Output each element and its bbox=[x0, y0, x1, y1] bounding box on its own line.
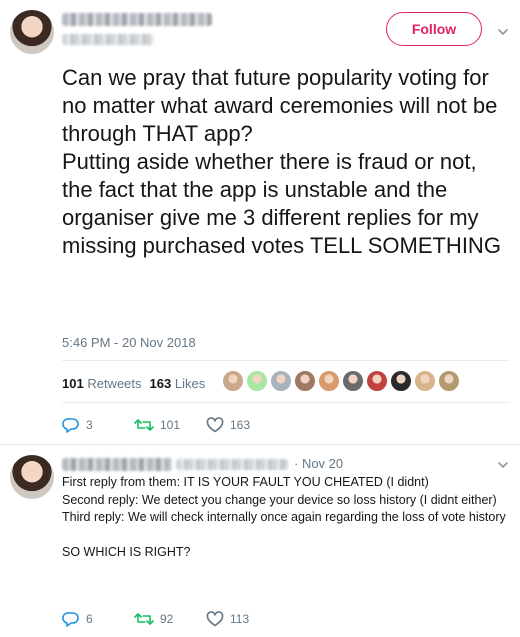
liker-avatar[interactable] bbox=[294, 370, 316, 392]
tweet-paragraph: Putting aside whether there is fraud or … bbox=[62, 149, 501, 258]
divider bbox=[62, 360, 510, 361]
liker-avatar[interactable] bbox=[414, 370, 436, 392]
tweet-separator bbox=[0, 444, 520, 445]
reply-action[interactable]: 6 bbox=[62, 611, 93, 627]
like-action[interactable]: 113 bbox=[206, 611, 249, 627]
retweet-action[interactable]: 92 bbox=[134, 611, 173, 627]
like-action[interactable]: 163 bbox=[206, 417, 250, 433]
reply-icon bbox=[62, 418, 79, 433]
liker-avatar[interactable] bbox=[270, 370, 292, 392]
retweet-action[interactable]: 101 bbox=[134, 417, 180, 433]
reply-line: Second reply: We detect you change your … bbox=[62, 492, 497, 507]
reply-date[interactable]: · Nov 20 bbox=[294, 456, 343, 471]
likes-label: Likes bbox=[174, 376, 206, 391]
reply-text: First reply from them: IT IS YOUR FAULT … bbox=[62, 474, 508, 562]
retweet-icon bbox=[134, 419, 154, 431]
reply-line: Third reply: We will check internally on… bbox=[62, 510, 506, 524]
reply-icon bbox=[62, 612, 79, 627]
chevron-down-icon[interactable] bbox=[496, 25, 510, 39]
retweets-label: Retweets bbox=[87, 376, 142, 391]
retweets-stat[interactable]: 101 Retweets bbox=[62, 376, 142, 391]
reply-line: First reply from them: IT IS YOUR FAULT … bbox=[62, 475, 429, 489]
reply-line: SO WHICH IS RIGHT? bbox=[62, 545, 191, 559]
reply-count: 6 bbox=[86, 612, 93, 626]
author-name-redacted[interactable] bbox=[62, 13, 212, 26]
retweet-icon bbox=[134, 613, 154, 625]
tweet-stats: 101 Retweets 163 Likes bbox=[62, 376, 205, 391]
likes-count: 163 bbox=[149, 376, 172, 391]
liker-avatar[interactable] bbox=[390, 370, 412, 392]
retweet-count: 101 bbox=[160, 418, 181, 432]
author-handle-redacted[interactable] bbox=[62, 34, 154, 45]
liker-avatar[interactable] bbox=[438, 370, 460, 392]
tweet-timestamp[interactable]: 5:46 PM - 20 Nov 2018 bbox=[62, 335, 196, 350]
reply-author-avatar[interactable] bbox=[10, 455, 54, 499]
heart-icon bbox=[206, 417, 224, 433]
liker-avatar[interactable] bbox=[366, 370, 388, 392]
follow-button[interactable]: Follow bbox=[386, 12, 482, 46]
reply-author-name-redacted[interactable] bbox=[62, 458, 172, 471]
chevron-down-icon[interactable] bbox=[496, 458, 510, 472]
like-count: 113 bbox=[230, 612, 250, 626]
liker-avatar[interactable] bbox=[222, 370, 244, 392]
retweets-count: 101 bbox=[62, 376, 84, 391]
liker-avatar[interactable] bbox=[342, 370, 364, 392]
liker-avatars bbox=[222, 370, 462, 392]
retweet-count: 92 bbox=[160, 612, 174, 626]
tweet-text: Can we pray that future popularity votin… bbox=[62, 64, 512, 260]
reply-author-handle-redacted[interactable] bbox=[176, 459, 288, 470]
liker-avatar[interactable] bbox=[318, 370, 340, 392]
likes-stat[interactable]: 163 Likes bbox=[150, 376, 206, 391]
liker-avatar[interactable] bbox=[246, 370, 268, 392]
author-avatar[interactable] bbox=[10, 10, 54, 54]
like-count: 163 bbox=[230, 418, 251, 432]
heart-icon bbox=[206, 611, 224, 627]
main-tweet: Follow Can we pray that future popularit… bbox=[0, 0, 520, 440]
divider bbox=[62, 402, 510, 403]
reply-action[interactable]: 3 bbox=[62, 417, 93, 433]
reply-count: 3 bbox=[86, 418, 93, 432]
tweet-paragraph: Can we pray that future popularity votin… bbox=[62, 65, 498, 146]
